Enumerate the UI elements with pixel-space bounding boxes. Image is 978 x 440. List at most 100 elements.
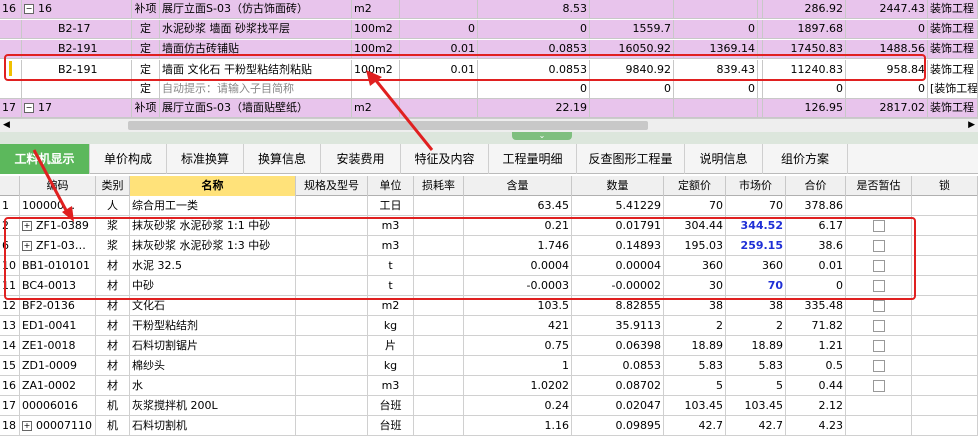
cell-loss[interactable] (414, 336, 464, 355)
estimate-checkbox[interactable] (872, 240, 885, 252)
scrollbar-thumb[interactable] (128, 121, 648, 130)
cell-p1[interactable]: 1559.7 (590, 20, 674, 38)
cell-check[interactable] (846, 236, 912, 255)
cell-market[interactable]: 5.83 (726, 356, 786, 375)
cell-quota[interactable]: 103.45 (664, 396, 726, 415)
cell-total[interactable]: 378.86 (786, 196, 846, 215)
cell-spec[interactable] (296, 376, 368, 395)
cell-name[interactable]: 展厅立面S-03（仿古饰面砖） (160, 0, 352, 18)
cell-lock[interactable] (912, 196, 978, 215)
cell-content[interactable]: 0.0004 (464, 256, 572, 275)
cell-name[interactable]: 石料切割机 (130, 416, 296, 435)
cell-quota[interactable]: 18.89 (664, 336, 726, 355)
chevron-down-icon[interactable]: ⌄ (512, 132, 572, 140)
cell-name[interactable]: 抹灰砂浆 水泥砂浆 1:1 中砂 (130, 216, 296, 235)
column-header-2[interactable]: 名称 (130, 176, 296, 196)
cell-v1[interactable]: 17450.83 (760, 40, 846, 58)
cell-lock[interactable] (912, 296, 978, 315)
cell-total[interactable]: 0.44 (786, 376, 846, 395)
cell-spec[interactable]: 装饰工程 (928, 60, 978, 80)
estimate-checkbox[interactable] (872, 360, 885, 372)
material-row[interactable]: 13 ED1-0041 材干粉型粘结剂 kg 421 35.9113 2 2 71.82 (0, 316, 978, 336)
tab-7[interactable]: 反查图形工程量 (577, 144, 685, 174)
cell-q[interactable]: 0 (400, 20, 478, 38)
cell-check[interactable] (846, 276, 912, 295)
cell-lock[interactable] (912, 416, 978, 435)
cell-v2[interactable]: 0 (846, 80, 928, 98)
cell-total[interactable]: 0.01 (786, 256, 846, 275)
cell-qty[interactable]: 0.08702 (572, 376, 664, 395)
cell-check[interactable] (846, 376, 912, 395)
cell-qty[interactable]: 5.41229 (572, 196, 664, 215)
cell-type[interactable]: 材 (96, 256, 130, 275)
cell-code[interactable]: BB1-010101 (20, 256, 96, 275)
cell-quota[interactable]: 42.7 (664, 416, 726, 435)
cell-unit[interactable]: kg (368, 316, 414, 335)
estimate-checkbox[interactable] (872, 340, 885, 352)
cell-market[interactable]: 70 (726, 276, 786, 295)
cell-qty[interactable]: 8.53 (478, 0, 590, 18)
cell-q[interactable]: 0.01 (400, 60, 478, 80)
tab-6[interactable]: 工程量明细 (489, 144, 577, 174)
material-row[interactable]: 16 ZA1-0002 材水 m3 1.0202 0.08702 5 5 0.44 (0, 376, 978, 396)
cell-code[interactable]: B2-17 (22, 20, 132, 38)
cell-total[interactable]: 2.12 (786, 396, 846, 415)
cell-total[interactable]: 4.23 (786, 416, 846, 435)
cell-v2[interactable]: 2817.02 (846, 99, 928, 117)
cell-market[interactable]: 38 (726, 296, 786, 315)
expand-plus-icon[interactable]: + (22, 241, 32, 251)
cell-market[interactable]: 259.15 (726, 236, 786, 255)
cell-type[interactable]: 材 (96, 356, 130, 375)
cell-code[interactable] (22, 80, 132, 98)
cell-code[interactable]: BC4-0013 (20, 276, 96, 295)
cell-type[interactable]: 浆 (96, 236, 130, 255)
cell-unit[interactable]: 台班 (368, 396, 414, 415)
cell-unit[interactable]: t (368, 276, 414, 295)
cell-code[interactable]: B2-191 (22, 60, 132, 80)
cell-v2[interactable]: 958.84 (846, 60, 928, 80)
cell-name[interactable]: 棉纱头 (130, 356, 296, 375)
cell-qty[interactable]: 8.82855 (572, 296, 664, 315)
cell-unit[interactable]: m2 (352, 99, 400, 117)
cell-qty[interactable]: 0.0853 (478, 60, 590, 80)
cell-total[interactable]: 0 (786, 276, 846, 295)
collapse-toggle-icon[interactable]: − (24, 103, 34, 113)
cell-loss[interactable] (414, 316, 464, 335)
cell-spec[interactable] (296, 196, 368, 215)
cell-p1[interactable]: 0 (590, 80, 674, 98)
cell-name[interactable]: 综合用工一类 (130, 196, 296, 215)
cell-spec[interactable] (296, 416, 368, 435)
cell-content[interactable]: 1 (464, 356, 572, 375)
cell-q[interactable] (400, 80, 478, 98)
cell-quota[interactable]: 2 (664, 316, 726, 335)
cell-name[interactable]: 水 (130, 376, 296, 395)
column-header-9[interactable]: 市场价 (726, 176, 786, 196)
cell-type[interactable]: 浆 (96, 216, 130, 235)
cell-check[interactable] (846, 216, 912, 235)
cell-type[interactable]: 定 (132, 20, 160, 38)
cell-code[interactable]: ED1-0041 (20, 316, 96, 335)
cell-v1[interactable]: 11240.83 (760, 60, 846, 80)
cell-content[interactable]: 1.0202 (464, 376, 572, 395)
cell-code[interactable]: + ZF1-03… (20, 236, 96, 255)
cell-qty[interactable]: 0 (478, 80, 590, 98)
cell-code[interactable]: ZE1-0018 (20, 336, 96, 355)
cell-market[interactable]: 18.89 (726, 336, 786, 355)
cell-code[interactable]: −17 (22, 99, 132, 117)
cell-code[interactable]: 00006016 (20, 396, 96, 415)
cell-unit[interactable]: t (368, 256, 414, 275)
quota-row[interactable]: 17−17 补项 展厅立面S-03（墙面贴壁纸） m2 22.19 126.95 2817.… (0, 99, 978, 118)
cell-q[interactable] (400, 99, 478, 117)
scroll-left-icon[interactable]: ◀ (3, 119, 10, 131)
cell-v2[interactable]: 2447.43 (846, 0, 928, 18)
cell-check[interactable] (846, 336, 912, 355)
expand-plus-icon[interactable]: + (22, 221, 32, 231)
cell-p1[interactable]: 9840.92 (590, 60, 674, 80)
material-row[interactable]: 12 BF2-0136 材文化石 m2 103.5 8.82855 38 38 335.48 (0, 296, 978, 316)
cell-unit[interactable]: m3 (368, 216, 414, 235)
cell-type[interactable]: 材 (96, 316, 130, 335)
cell-market[interactable]: 42.7 (726, 416, 786, 435)
cell-spec[interactable]: 装饰工程 (928, 0, 978, 18)
estimate-checkbox[interactable] (872, 320, 885, 332)
cell-loss[interactable] (414, 236, 464, 255)
